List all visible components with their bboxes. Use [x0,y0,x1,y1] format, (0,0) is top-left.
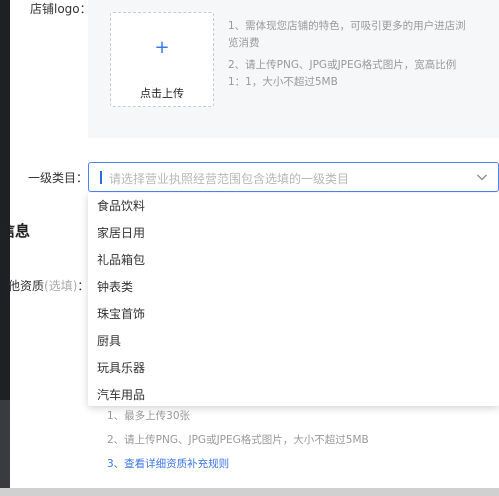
qualification-rules-link[interactable]: 3、查看详细资质补充规则 [107,456,229,471]
dropdown-option[interactable]: 厨具 [88,328,499,355]
logo-hint-1: 1、需体现您店铺的特色，可吸引更多的用户进店浏览消费 [228,20,466,49]
left-dark-strip-bottom [0,400,10,488]
qualification-label-text: 他资质 [8,279,45,293]
chevron-down-icon[interactable] [476,171,488,183]
dropdown-option[interactable]: 玩具乐器 [88,355,499,382]
logo-upload-button[interactable]: + 点击上传 [110,12,214,107]
plus-icon: + [154,37,170,58]
dropdown-option[interactable]: 珠宝首饰 [88,301,499,328]
dropdown-option[interactable]: 食品饮料 [88,193,499,220]
upload-label: 点击上传 [140,87,184,100]
text-cursor [100,171,102,184]
dropdown-option[interactable]: 家居日用 [88,220,499,247]
category-select[interactable]: 请选择营业执照经营范围包含选填的一级类目 [88,162,499,192]
left-dark-strip [0,0,10,400]
category-placeholder: 请选择营业执照经营范围包含选填的一级类目 [109,172,350,186]
qualification-hint-2: 2、请上传PNG、JPG或JPEG格式图片，大小不超过5MB [107,434,369,446]
dropdown-option[interactable]: 礼品箱包 [88,247,499,274]
qualification-label: 他资质(选填)： [8,277,89,294]
logo-label: 店铺logo： [30,2,92,16]
qualification-hint-1: 1、最多上传30张 [107,410,191,422]
form-area: 店铺logo： + 点击上传 1、需体现您店铺的特色，可吸引更多的用户进店浏览消… [0,0,499,488]
logo-hint-2: 2、请上传PNG、JPG或JPEG格式图片，宽高比例1：1，大小不超过5MB [228,59,457,88]
dropdown-option[interactable]: 钟表类 [88,274,499,301]
logo-upload-panel: + 点击上传 1、需体现您店铺的特色，可吸引更多的用户进店浏览消费 2、请上传P… [88,0,499,138]
category-label: 一级类目： [28,171,89,185]
optional-tag: (选填) [44,279,78,293]
bottom-bar [0,488,499,496]
dropdown-option[interactable]: 汽车用品 [88,382,499,406]
category-dropdown: 食品饮料 家居日用 礼品箱包 钟表类 珠宝首饰 厨具 玩具乐器 汽车用品 [88,193,499,406]
section-title: 信息 [0,222,31,240]
